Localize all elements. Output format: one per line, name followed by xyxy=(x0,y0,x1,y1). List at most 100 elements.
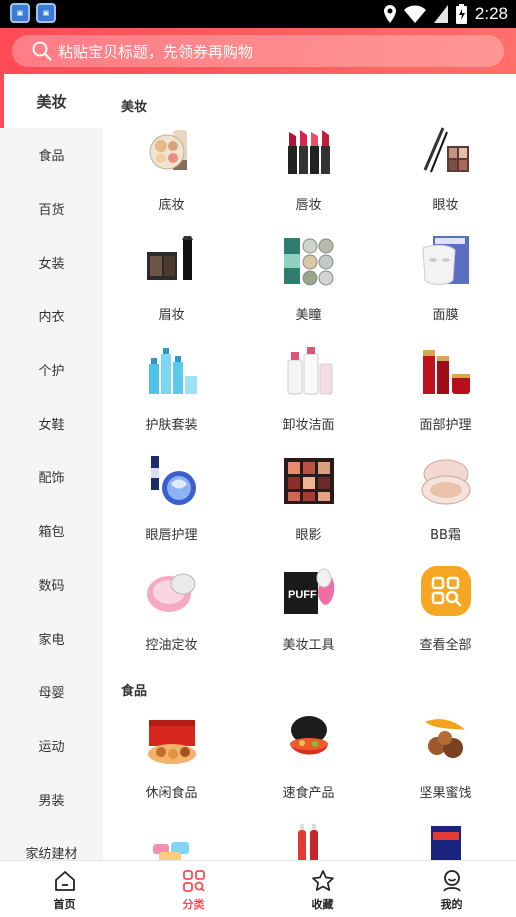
category-item-label: 休闲食品 xyxy=(145,786,198,801)
category-item-mianmo[interactable]: 面膜 xyxy=(377,224,514,334)
sidebar-item-nanzhuang[interactable]: 男装 xyxy=(0,772,103,826)
sidebar-item-label: 配饰 xyxy=(38,471,65,487)
sidebar-item-nvzhuang[interactable]: 女装 xyxy=(0,235,103,289)
category-item-meizhuanggongju[interactable]: PUFF 美妆工具 xyxy=(240,554,377,664)
category-item-jianguomijian[interactable]: 坚果蜜饯 xyxy=(377,702,514,812)
category-item-view-all[interactable]: 查看全部 xyxy=(377,554,514,664)
pink-powder-icon xyxy=(146,573,195,612)
sidebar-item-label: 数码 xyxy=(38,578,65,594)
category-content: 美妆 底妆 唇妆 眼妆 眉妆 美瞳 面膜 护肤套装 卸妆洁面 面部护理 眼唇护理… xyxy=(103,74,516,860)
sidebar-item-label: 美妆 xyxy=(36,92,67,111)
category-item-label: 眼妆 xyxy=(432,198,459,213)
tab-profile[interactable]: 我的 xyxy=(387,861,516,917)
sidebar-item-label: 个护 xyxy=(38,364,65,380)
category-item-yanchunhuli[interactable]: 眼唇护理 xyxy=(103,444,240,554)
category-item-hufutaozhuang[interactable]: 护肤套装 xyxy=(103,334,240,444)
category-item-sushichanpin[interactable]: 速食产品 xyxy=(240,702,377,812)
sidebar-item-label: 百货 xyxy=(38,203,65,219)
category-item-label: 护肤套装 xyxy=(145,418,198,433)
category-item-xiezhuang[interactable]: 卸妆洁面 xyxy=(240,334,377,444)
imported-snack-icon xyxy=(430,826,461,860)
snack-gift-box-icon xyxy=(147,720,196,764)
eye-makeup-set-icon xyxy=(423,127,469,173)
category-item-label: 坚果蜜饯 xyxy=(419,786,472,801)
category-item-yanying[interactable]: 眼影 xyxy=(240,444,377,554)
category-item-kongyoudingzhuang[interactable]: 控油定妆 xyxy=(103,554,240,664)
category-item-candy[interactable] xyxy=(103,812,240,860)
sidebar-item-gehu[interactable]: 个护 xyxy=(0,343,103,397)
category-item-bbshuang[interactable]: BB霜 xyxy=(377,444,514,554)
category-item-meizhuang2[interactable]: 眉妆 xyxy=(103,224,240,334)
view-all-icon xyxy=(420,566,471,616)
sidebar-item-jiafang[interactable]: 家纺建材 xyxy=(0,826,103,860)
sidebar-item-shipin[interactable]: 食品 xyxy=(0,128,103,182)
category-item-xiuxianshipin[interactable]: 休闲食品 xyxy=(103,702,240,812)
sidebar-item-shuma[interactable]: 数码 xyxy=(0,558,103,612)
category-item-label: 唇妆 xyxy=(295,198,322,213)
category-sidebar: 美妆 食品 百货 女装 内衣 个护 女鞋 配饰 箱包 数码 家电 母婴 运动 男… xyxy=(0,74,103,860)
sidebar-item-label: 男装 xyxy=(38,793,65,809)
app-icon: ▣ xyxy=(10,3,30,23)
category-item-label: 面部护理 xyxy=(419,418,472,433)
sidebar-item-label: 母婴 xyxy=(38,686,65,702)
tab-label: 首页 xyxy=(53,898,76,911)
category-item-label: 控油定妆 xyxy=(145,638,198,653)
sidebar-item-yundong[interactable]: 运动 xyxy=(0,719,103,773)
category-item-mianbuhuli[interactable]: 面部护理 xyxy=(377,334,514,444)
battery-icon xyxy=(455,4,467,24)
sidebar-item-label: 内衣 xyxy=(38,310,65,326)
category-item-label: 速食产品 xyxy=(282,786,335,801)
search-bar[interactable]: 粘贴宝贝标题，先领券再购物 xyxy=(12,35,504,67)
section-title: 美妆 xyxy=(121,100,148,115)
status-time: 2:28 xyxy=(474,4,508,23)
category-item-drinks[interactable] xyxy=(240,812,377,860)
color-contacts-icon xyxy=(283,238,333,286)
sidebar-item-muying[interactable]: 母婴 xyxy=(0,665,103,719)
sidebar-item-jiadian[interactable]: 家电 xyxy=(0,611,103,665)
profile-icon xyxy=(442,870,461,892)
category-item-label: 眼唇护理 xyxy=(145,528,198,543)
sidebar-item-neiyi[interactable]: 内衣 xyxy=(0,289,103,343)
app-icon: ▣ xyxy=(36,3,56,23)
sidebar-item-label: 女装 xyxy=(38,256,65,272)
sidebar-item-label: 家电 xyxy=(38,632,65,648)
tab-home[interactable]: 首页 xyxy=(0,861,129,917)
tab-favorites[interactable]: 收藏 xyxy=(258,861,387,917)
sidebar-item-xiangbao[interactable]: 箱包 xyxy=(0,504,103,558)
category-item-meitong[interactable]: 美瞳 xyxy=(240,224,377,334)
category-item-label: 美妆工具 xyxy=(282,638,335,653)
eyebrow-kit-icon xyxy=(146,236,193,280)
face-mask-icon xyxy=(421,236,469,285)
category-item-chunzhuang[interactable]: 唇妆 xyxy=(240,114,377,224)
puff-sponge-icon: PUFF xyxy=(283,568,334,614)
category-item-imported[interactable] xyxy=(377,812,514,860)
signal-icon xyxy=(433,5,448,23)
tab-category[interactable]: 分类 xyxy=(129,861,258,917)
sidebar-item-label: 箱包 xyxy=(38,525,65,541)
bottom-tab-bar: 首页 分类 收藏 我的 xyxy=(0,860,516,917)
sidebar-item-baihuo[interactable]: 百货 xyxy=(0,182,103,236)
category-grid: 底妆 唇妆 眼妆 眉妆 美瞳 面膜 护肤套装 卸妆洁面 面部护理 眼唇护理 眼影… xyxy=(103,114,516,664)
home-icon xyxy=(54,871,75,891)
category-item-label: BB霜 xyxy=(430,528,461,543)
cleanser-bottles-icon xyxy=(287,347,332,395)
sidebar-item-peishi[interactable]: 配饰 xyxy=(0,450,103,504)
red-skincare-set-icon xyxy=(422,350,470,394)
sidebar-item-label: 食品 xyxy=(38,149,65,165)
category-item-dizhuang[interactable]: 底妆 xyxy=(103,114,240,224)
cushion-compact-icon xyxy=(421,459,470,505)
foundation-palette-icon xyxy=(149,130,187,170)
category-item-label: 面膜 xyxy=(432,308,459,323)
bottled-drinks-icon xyxy=(297,824,318,860)
category-item-yanzhuang[interactable]: 眼妆 xyxy=(377,114,514,224)
nuts-mango-icon xyxy=(424,719,465,758)
tab-label: 我的 xyxy=(440,898,463,911)
sidebar-item-meizhuang[interactable]: 美妆 xyxy=(0,74,103,128)
skincare-bottles-icon xyxy=(148,348,197,394)
category-icon xyxy=(182,870,205,892)
eye-patch-serum-icon xyxy=(150,456,196,505)
category-item-label: 卸妆洁面 xyxy=(282,418,335,433)
lipsticks-icon xyxy=(287,130,330,174)
sidebar-item-nvxie[interactable]: 女鞋 xyxy=(0,396,103,450)
tab-label: 收藏 xyxy=(311,898,334,911)
